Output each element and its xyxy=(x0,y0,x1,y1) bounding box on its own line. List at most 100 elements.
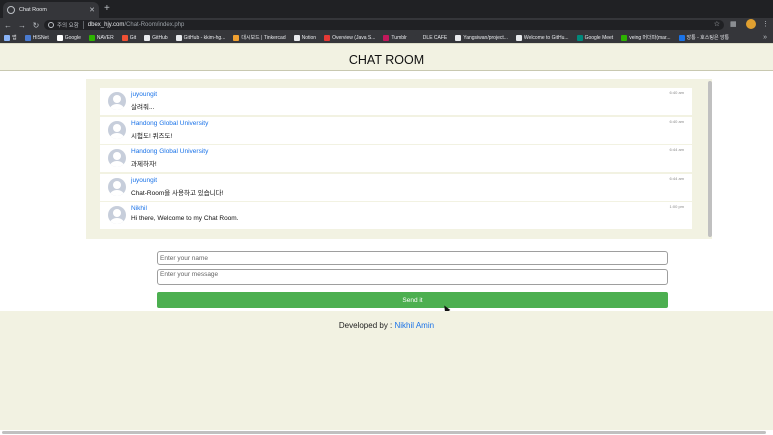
reload-icon[interactable]: ↻ xyxy=(30,21,42,30)
user-avatar-icon xyxy=(108,178,126,196)
web-page: CHAT ROOM juyoungit 살려줘... 6:40 am Handong … xyxy=(0,43,773,435)
message-author: Handong Global University xyxy=(131,120,209,127)
bookmark-favicon-icon xyxy=(414,34,421,41)
chat-scrollbar[interactable] xyxy=(708,81,712,237)
bookmark-favicon-icon xyxy=(324,34,331,41)
bookmark-favicon-icon xyxy=(24,34,31,41)
bookmark-label: GitHub xyxy=(152,34,168,41)
message-text: Chat-Room을 사용하고 있습니다! xyxy=(131,190,224,197)
bookmark-favicon-icon xyxy=(175,34,182,41)
bookmark-item[interactable]: Git xyxy=(121,34,137,41)
extension-icon[interactable]: ▦ xyxy=(730,20,737,28)
bookmark-label: veing 머더파(mar... xyxy=(629,35,671,41)
bookmark-favicon-icon xyxy=(515,34,522,41)
chat-message: Handong Global University 시험도! 퀴즈도! 6:40 a… xyxy=(100,117,692,144)
message-author: juyoungit xyxy=(131,177,158,184)
footer-prefix: Developed by : xyxy=(338,321,395,330)
name-input[interactable] xyxy=(157,251,668,265)
user-avatar-icon xyxy=(108,149,126,167)
user-avatar-icon xyxy=(108,206,126,224)
message-time: 1:00 pm xyxy=(669,204,684,209)
bookmark-item[interactable]: Google xyxy=(56,34,81,41)
globe-icon xyxy=(7,6,15,14)
browser-tab[interactable]: Chat Room ✕ xyxy=(3,2,99,18)
message-time: 6:44 am xyxy=(669,147,684,152)
user-avatar-icon xyxy=(108,92,126,110)
bookmark-favicon-icon xyxy=(455,34,462,41)
bookmark-label: Notion xyxy=(301,34,317,41)
bookmark-item[interactable]: 앙통 - 호스팅은 앙통 xyxy=(678,34,729,41)
bookmark-label: Google xyxy=(64,34,81,41)
message-author: juyoungit xyxy=(131,91,158,98)
chat-box: juyoungit 살려줘... 6:40 am Handong Global Uni… xyxy=(86,79,712,239)
bookmark-label: GitHub - kkim-hg... xyxy=(183,34,226,41)
bookmark-label: Git xyxy=(129,34,137,41)
author-link[interactable]: Nikhil Amin xyxy=(395,321,435,330)
not-secure-label: 주의 요함 xyxy=(57,21,84,29)
bookmark-favicon-icon xyxy=(56,34,63,41)
bookmark-label: Yangsiwan/project... xyxy=(463,34,508,41)
bookmark-label: Overview (Java S... xyxy=(332,34,376,41)
bookmark-item[interactable]: Tumblr xyxy=(383,34,407,41)
url-host: dbex_hjy.com xyxy=(87,22,125,28)
forward-icon[interactable]: → xyxy=(16,21,28,30)
message-time: 6:40 am xyxy=(669,119,684,124)
bookmark-item[interactable]: Google Meet xyxy=(576,34,613,41)
url-path: /Chat-Room/index.php xyxy=(124,22,185,28)
bookmark-label: Welcome to GitHu... xyxy=(523,34,569,41)
new-tab-icon[interactable]: + xyxy=(104,3,110,15)
chat-message: Nikhil Hi there, Welcome to my Chat Room.… xyxy=(100,202,692,229)
bookmark-favicon-icon xyxy=(121,34,128,41)
bookmark-favicon-icon xyxy=(383,34,390,41)
star-icon[interactable]: ☆ xyxy=(714,20,720,30)
bookmark-item[interactable]: Welcome to GitHu... xyxy=(515,34,569,41)
bookmark-favicon-icon xyxy=(621,34,628,41)
horizontal-scrollbar[interactable] xyxy=(2,431,766,434)
bookmark-item[interactable]: DLE CAFE xyxy=(414,34,448,41)
back-icon[interactable]: ← xyxy=(2,21,14,30)
bookmark-favicon-icon xyxy=(233,34,240,41)
tab-title: Chat Room xyxy=(19,7,47,13)
chat-message: juyoungit Chat-Room을 사용하고 있습니다! 6:44 am xyxy=(100,174,692,201)
bookmark-favicon-icon xyxy=(88,34,95,41)
bookmark-favicon-icon xyxy=(576,34,583,41)
bookmark-item[interactable]: 앱 xyxy=(4,34,17,41)
more-bookmarks-icon[interactable]: » xyxy=(763,32,767,43)
message-text: 시험도! 퀴즈도! xyxy=(131,133,173,140)
info-icon[interactable] xyxy=(48,22,54,28)
bookmark-favicon-icon xyxy=(4,34,10,41)
chat-message: Handong Global University 과제하자! 6:44 am xyxy=(100,145,692,172)
bookmark-item[interactable]: Notion xyxy=(293,34,317,41)
bookmark-favicon-icon xyxy=(293,34,300,41)
bookmark-item[interactable]: HISNet xyxy=(24,34,49,41)
bookmark-item[interactable]: NAVER xyxy=(88,34,114,41)
bookmark-item[interactable]: GitHub - kkim-hg... xyxy=(175,34,226,41)
profile-avatar[interactable] xyxy=(746,19,756,29)
message-author: Nikhil xyxy=(131,205,147,212)
message-author: Handong Global University xyxy=(131,148,209,155)
user-avatar-icon xyxy=(108,121,126,139)
close-icon[interactable]: ✕ xyxy=(89,7,95,14)
bookmark-label: DLE CAFE xyxy=(422,34,448,41)
bookmark-label: NAVER xyxy=(96,34,114,41)
menu-icon[interactable]: ⋮ xyxy=(762,20,769,28)
bookmark-favicon-icon xyxy=(144,34,151,41)
footer: Developed by : Nikhil Amin xyxy=(0,311,773,430)
send-button[interactable]: Send it xyxy=(157,292,668,308)
bookmark-item[interactable]: veing 머더파(mar... xyxy=(621,34,671,41)
page-title: CHAT ROOM xyxy=(348,53,425,67)
message-time: 6:40 am xyxy=(669,90,684,95)
page-header: CHAT ROOM xyxy=(0,43,773,71)
bookmark-item[interactable]: GitHub xyxy=(144,34,168,41)
bookmark-label: 대시보드 | Tinkercad xyxy=(241,35,286,41)
bookmark-item[interactable]: Overview (Java S... xyxy=(324,34,376,41)
bookmark-item[interactable]: Yangsiwan/project... xyxy=(455,34,508,41)
bookmark-favicon-icon xyxy=(678,34,685,41)
bookmarks-bar: 앱 HISNet Google NAVER Git GitHub GitHub - kkim… xyxy=(0,32,773,43)
address-bar[interactable]: 주의 요함 dbex_hjy.com/Chat-Room/index.php ☆ xyxy=(44,20,724,30)
message-text: Hi there, Welcome to my Chat Room. xyxy=(131,215,239,222)
message-text: 살려줘... xyxy=(131,104,155,111)
message-input[interactable] xyxy=(157,269,668,285)
browser-toolbar: ← → ↻ 주의 요함 dbex_hjy.com/Chat-Room/index… xyxy=(0,18,773,32)
bookmark-item[interactable]: 대시보드 | Tinkercad xyxy=(233,34,286,41)
